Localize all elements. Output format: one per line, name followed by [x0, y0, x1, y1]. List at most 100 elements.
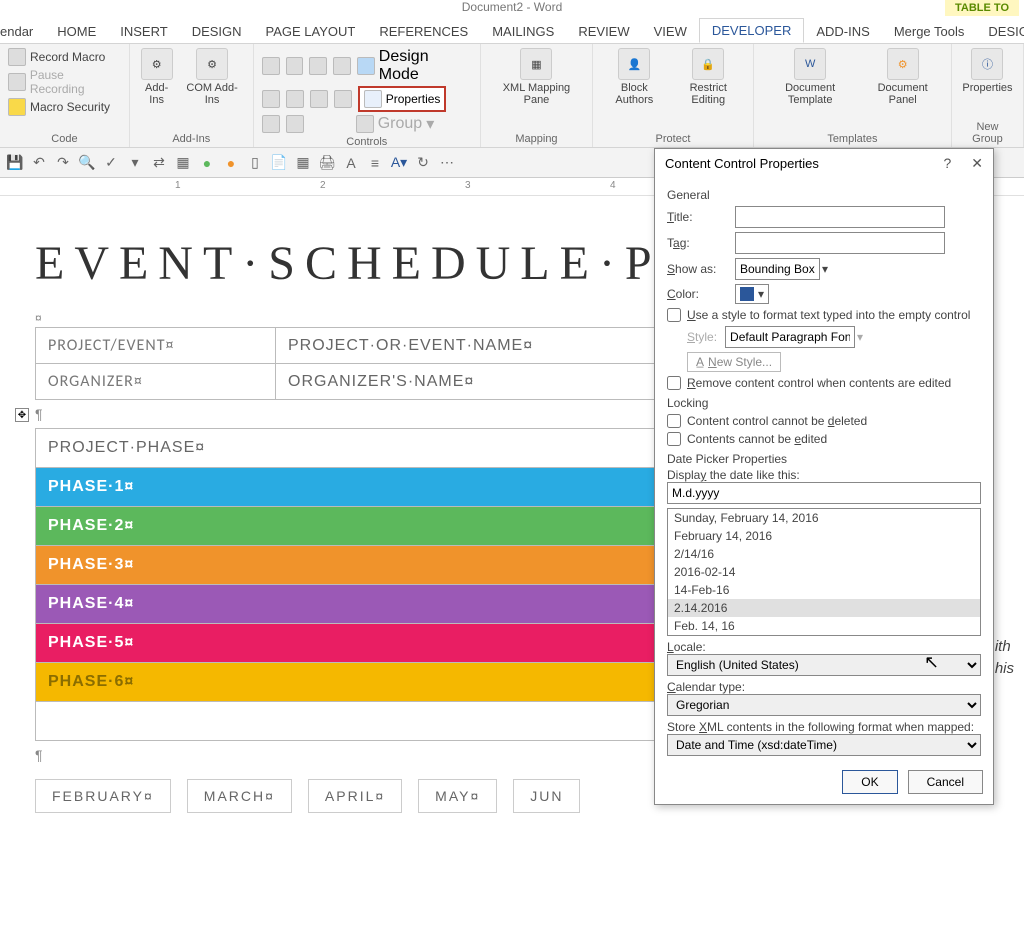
phase-name[interactable]: PHASE·1¤	[36, 468, 726, 507]
chevron-down-icon[interactable]: ▾	[126, 154, 144, 172]
tab-pagelayout[interactable]: PAGE LAYOUT	[254, 20, 368, 43]
tab-addins[interactable]: ADD-INS	[804, 20, 881, 43]
dropdown-icon[interactable]	[310, 90, 328, 108]
newgroup-label: New Group	[960, 119, 1015, 147]
titlebar: Document2 - Word	[0, 0, 1024, 14]
pause-icon	[8, 73, 26, 91]
cancel-button[interactable]: Cancel	[908, 770, 983, 794]
dialog-header[interactable]: Content Control Properties ? ✕	[655, 149, 993, 178]
print-preview-icon[interactable]: ▦	[294, 154, 312, 172]
buildingblock-icon[interactable]	[333, 57, 351, 75]
phase-name[interactable]: PHASE·6¤	[36, 663, 726, 702]
tag-field[interactable]	[735, 232, 945, 254]
design-mode-button[interactable]: Design Mode	[357, 48, 472, 84]
format-option[interactable]: Feb. 14, 16	[668, 617, 980, 635]
tab-view[interactable]: VIEW	[642, 20, 699, 43]
tab-insert[interactable]: INSERT	[108, 20, 179, 43]
format-option[interactable]: 14 February 2016	[668, 635, 980, 636]
richtext-icon[interactable]	[262, 57, 280, 75]
macro-security[interactable]: Macro Security	[8, 98, 121, 116]
datepicker-icon[interactable]	[334, 90, 352, 108]
redo-icon[interactable]: ↷	[54, 154, 72, 172]
table-move-handle-icon[interactable]: ✥	[15, 408, 29, 422]
phase-name[interactable]: PHASE·4¤	[36, 585, 726, 624]
spell-icon[interactable]: ✓	[102, 154, 120, 172]
format-option[interactable]: 2.14.2016	[668, 599, 980, 617]
font-icon[interactable]: A	[342, 154, 360, 172]
format-option[interactable]: February 14, 2016	[668, 527, 980, 545]
doc-panel-button[interactable]: ⚙Document Panel	[862, 48, 942, 106]
tab-developer[interactable]: DEVELOPER	[699, 18, 804, 43]
format-option[interactable]: Sunday, February 14, 2016	[668, 509, 980, 527]
undo-icon[interactable]: ↶	[30, 154, 48, 172]
phase-name[interactable]: PHASE·5¤	[36, 624, 726, 663]
xml-mapping-button[interactable]: ▦XML Mapping Pane	[489, 48, 584, 106]
checkbox-icon[interactable]	[262, 90, 280, 108]
more-icon[interactable]: ⋯	[438, 154, 456, 172]
remove-control-checkbox[interactable]	[667, 376, 681, 390]
format-listbox[interactable]: Sunday, February 14, 2016February 14, 20…	[667, 508, 981, 636]
group-button[interactable]: Group ▾	[356, 114, 435, 134]
tab-home[interactable]: HOME	[45, 20, 108, 43]
com-addins-button[interactable]: ⚙COM Add-Ins	[179, 48, 244, 106]
tab-calendar[interactable]: endar	[0, 20, 45, 43]
close-icon[interactable]: ✕	[971, 155, 983, 172]
phase-name[interactable]: ¤	[36, 702, 726, 741]
save-icon[interactable]: 💾	[6, 154, 24, 172]
legacy-icon[interactable]	[286, 115, 304, 133]
circle-orange-icon[interactable]: ●	[222, 154, 240, 172]
record-macro[interactable]: Record Macro	[8, 48, 121, 66]
tree-icon[interactable]: ⇄	[150, 154, 168, 172]
format-option[interactable]: 2/14/16	[668, 545, 980, 563]
font-color-icon[interactable]: A▾	[390, 154, 408, 172]
refresh-icon[interactable]: ↻	[414, 154, 432, 172]
newgroup-properties-button[interactable]: ⓘProperties	[960, 48, 1015, 94]
format-option[interactable]: 2016-02-14	[668, 563, 980, 581]
picture-icon[interactable]	[309, 57, 327, 75]
phase-name[interactable]: PHASE·3¤	[36, 546, 726, 585]
color-picker[interactable]: ▾	[735, 284, 769, 304]
cannot-delete-checkbox[interactable]	[667, 414, 681, 428]
cannot-edit-label: Contents cannot be edited	[687, 432, 827, 446]
month-cell: MARCH¤	[187, 779, 292, 813]
tab-mergetools[interactable]: Merge Tools	[882, 20, 977, 43]
tab-review[interactable]: REVIEW	[566, 20, 641, 43]
print-icon[interactable]: 🖨	[318, 154, 336, 172]
doc-template-button[interactable]: WDocument Template	[762, 48, 859, 106]
xml-dropdown[interactable]: Date and Time (xsd:dateTime)	[667, 734, 981, 756]
plaintext-icon[interactable]	[286, 57, 304, 75]
table-icon[interactable]: ▦	[174, 154, 192, 172]
cell-mark: ¤	[35, 311, 42, 325]
format-option[interactable]: 14-Feb-16	[668, 581, 980, 599]
properties-button[interactable]: Properties	[358, 86, 447, 112]
dialog-title: Content Control Properties	[665, 156, 819, 171]
tab-mailings[interactable]: MAILINGS	[480, 20, 566, 43]
use-style-checkbox[interactable]	[667, 308, 681, 322]
list-icon[interactable]: ≡	[366, 154, 384, 172]
mapping-label: Mapping	[489, 131, 584, 147]
page-icon[interactable]: ▯	[246, 154, 264, 172]
side-text: ithhis	[995, 636, 1014, 680]
phase-name[interactable]: PHASE·2¤	[36, 507, 726, 546]
code-label: Code	[8, 131, 121, 147]
ok-button[interactable]: OK	[842, 770, 897, 794]
format-field[interactable]	[667, 482, 981, 504]
cannot-edit-checkbox[interactable]	[667, 432, 681, 446]
calendar-dropdown[interactable]: Gregorian	[667, 694, 981, 716]
addins-button[interactable]: ⚙Add-Ins	[138, 48, 176, 106]
protect-label: Protect	[601, 131, 745, 147]
showas-dropdown[interactable]: ▾	[735, 258, 828, 280]
group-newgroup: ⓘProperties New Group	[952, 44, 1024, 147]
tab-references[interactable]: REFERENCES	[367, 20, 480, 43]
help-icon[interactable]: ?	[943, 155, 951, 172]
doc-icon[interactable]: 📄	[270, 154, 288, 172]
circle-green-icon[interactable]: ●	[198, 154, 216, 172]
title-field[interactable]	[735, 206, 945, 228]
table-tools-label: TABLE TO	[945, 0, 1019, 16]
combo-icon[interactable]	[286, 90, 304, 108]
tab-design2[interactable]: DESIGN	[976, 20, 1024, 43]
tab-design[interactable]: DESIGN	[180, 20, 254, 43]
repeating-icon[interactable]	[262, 115, 280, 133]
find-icon[interactable]: 🔍	[78, 154, 96, 172]
restrict-editing-button[interactable]: 🔒Restrict Editing	[672, 48, 745, 106]
